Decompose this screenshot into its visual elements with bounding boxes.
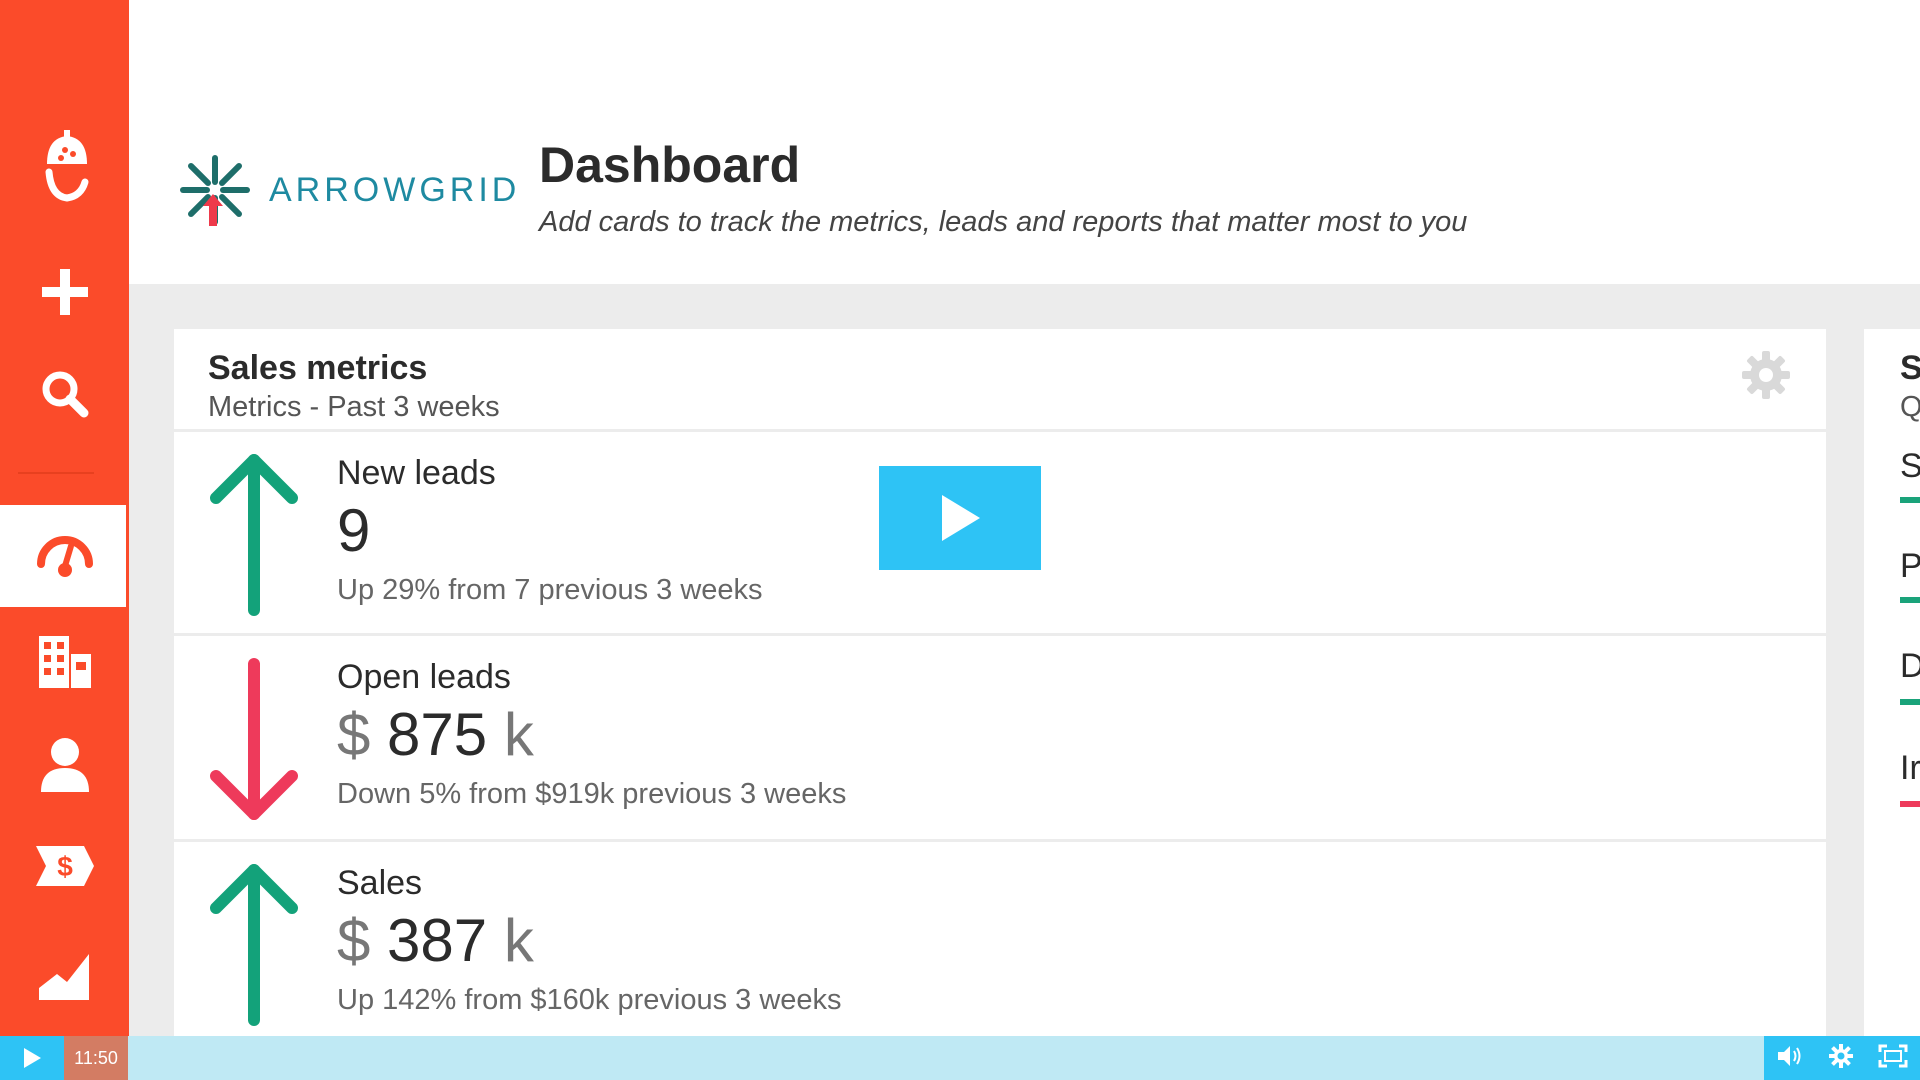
side-card-title: S <box>1900 349 1920 387</box>
contacts-icon[interactable] <box>0 714 129 814</box>
side-item[interactable]: D <box>1900 647 1920 686</box>
deals-icon[interactable]: $ <box>0 816 129 916</box>
add-icon[interactable] <box>0 242 129 342</box>
page-title: Dashboard <box>539 137 801 193</box>
side-item-bar <box>1900 801 1920 807</box>
down-arrow-icon <box>208 654 300 829</box>
play-icon <box>24 1048 41 1068</box>
fullscreen-icon[interactable] <box>1878 1044 1908 1073</box>
card-title: Sales metrics <box>208 349 428 387</box>
metric-row-sales[interactable]: Sales $ 387 k Up 142% from $160k previou… <box>174 839 1826 1062</box>
video-controls: 11:50 <box>0 1036 1920 1080</box>
sales-metrics-card: Sales metrics Metrics - Past 3 weeks New… <box>174 329 1826 1062</box>
sidebar: $ <box>0 0 129 1080</box>
sidebar-divider <box>18 472 94 474</box>
play-icon <box>942 495 980 541</box>
metric-note: Up 142% from $160k previous 3 weeks <box>337 984 842 1016</box>
side-item-bar <box>1900 699 1920 705</box>
page-header: ARROWGRID Dashboard Add cards to track t… <box>129 0 1920 284</box>
metric-row-open-leads[interactable]: Open leads $ 875 k Down 5% from $919k pr… <box>174 633 1826 842</box>
metric-label: Open leads <box>337 658 511 696</box>
settings-icon[interactable] <box>1828 1043 1854 1074</box>
card-subtitle: Metrics - Past 3 weeks <box>208 391 500 423</box>
side-item-bar <box>1900 497 1920 503</box>
arrowgrid-logo-icon <box>180 155 250 226</box>
search-icon[interactable] <box>0 344 129 444</box>
up-arrow-icon <box>208 450 300 625</box>
metric-label: New leads <box>337 454 496 492</box>
acorn-icon[interactable] <box>0 120 129 220</box>
page-subtitle: Add cards to track the metrics, leads an… <box>539 206 1468 238</box>
volume-icon[interactable] <box>1776 1044 1804 1073</box>
metric-value: $ 875 k <box>337 701 534 768</box>
side-item-bar <box>1900 597 1920 603</box>
side-card-subtitle: Q <box>1900 391 1920 423</box>
logo-text: ARROWGRID <box>269 170 521 209</box>
metric-value: $ 387 k <box>337 907 534 974</box>
dashboard-gauge-icon[interactable] <box>0 506 129 606</box>
up-arrow-icon <box>208 860 300 1035</box>
metric-note: Down 5% from $919k previous 3 weeks <box>337 778 847 810</box>
metric-value: 9 <box>337 497 371 564</box>
svg-text:$: $ <box>57 851 73 882</box>
time-display: 11:50 <box>64 1036 128 1080</box>
player-controls-right <box>1764 1036 1920 1080</box>
side-item[interactable]: S <box>1900 447 1920 486</box>
card-header: Sales metrics Metrics - Past 3 weeks <box>174 329 1826 429</box>
reports-icon[interactable] <box>0 924 129 1024</box>
metric-label: Sales <box>337 864 423 902</box>
side-item[interactable]: Ir <box>1900 749 1920 788</box>
logo: ARROWGRID <box>175 150 520 230</box>
dashboard-content: Sales metrics Metrics - Past 3 weeks New… <box>129 284 1920 1062</box>
metric-note: Up 29% from 7 previous 3 weeks <box>337 574 763 606</box>
play-overlay-button[interactable] <box>879 466 1041 570</box>
side-item[interactable]: P <box>1900 547 1920 586</box>
play-button[interactable] <box>0 1036 64 1080</box>
side-card: S Q S P D Ir <box>1864 329 1920 1059</box>
gear-icon[interactable] <box>1740 349 1792 406</box>
companies-icon[interactable] <box>0 612 129 712</box>
